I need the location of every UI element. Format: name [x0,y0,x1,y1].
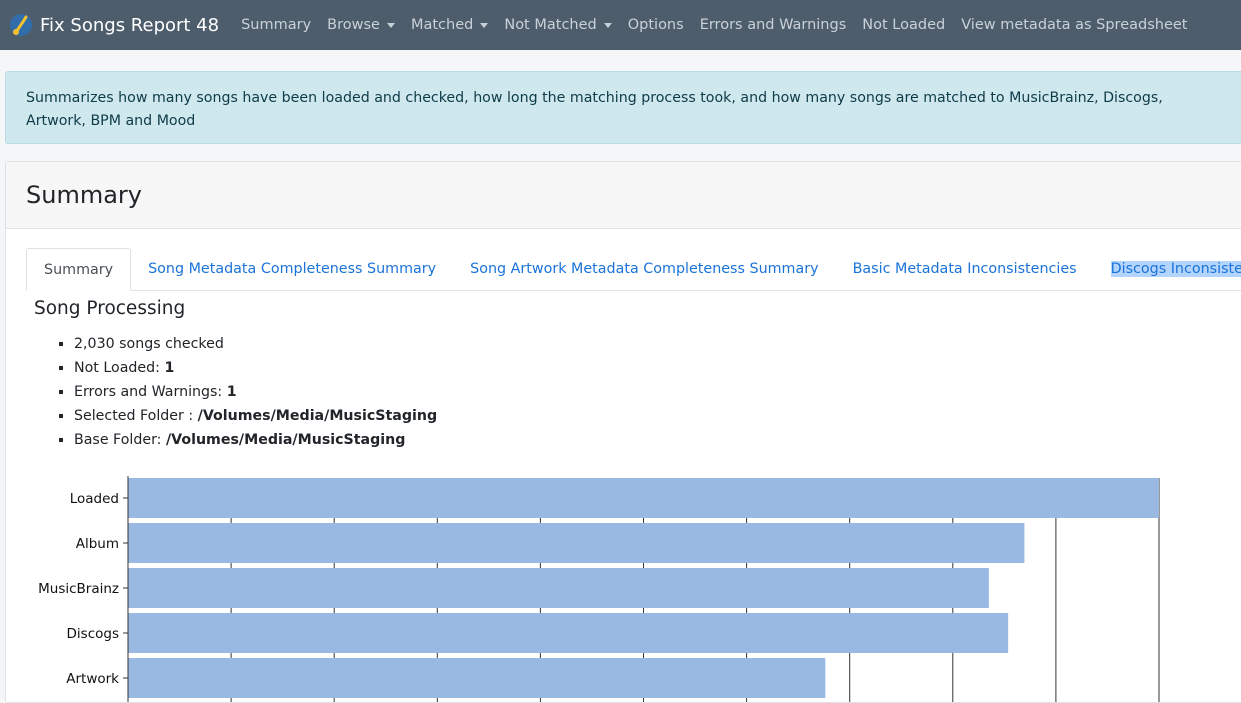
nav-item-not-matched[interactable]: Not Matched [496,17,619,33]
nav-item-errors-and-warnings[interactable]: Errors and Warnings [692,17,855,33]
y-tick-label: Loaded [70,491,119,507]
bar-artwork[interactable] [128,658,826,698]
chevron-down-icon [480,22,489,28]
top-navbar: Fix Songs Report 48 Summary Browse Matched… [0,0,1241,50]
info-text: Summarizes how many songs have been load… [26,90,1163,129]
y-tick-label: Artwork [66,671,119,687]
nav-item-label: Summary [241,17,312,33]
nav-item-label: Browse [327,17,380,33]
app-title: Fix Songs Report 48 [40,14,220,36]
nav-item-label: Errors and Warnings [699,17,847,33]
nav-item-view-metadata-as-spreadsheet[interactable]: View metadata as Spreadsheet [953,17,1195,33]
nav-item-label: View metadata as Spreadsheet [961,17,1188,33]
summary-bar-chart: Loaded Album MusicBrainz Discogs Artwork [38,476,1160,702]
music-note-icon [8,12,34,38]
nav-item-not-loaded[interactable]: Not Loaded [854,17,953,33]
nav-item-options[interactable]: Options [620,17,692,33]
y-tick-label: Discogs [67,626,119,642]
nav-item-label: Not Loaded [862,17,946,33]
nav-item-label: Options [627,17,684,33]
bar-album[interactable] [128,523,1025,563]
chevron-down-icon [386,22,395,28]
y-tick-label: Album [76,536,119,552]
bar-discogs[interactable] [128,613,1009,653]
info-alert: Summarizes how many songs have been load… [5,71,1241,144]
bar-loaded[interactable] [128,478,1159,518]
nav-item-browse[interactable]: Browse [319,17,403,33]
nav-item-label: Not Matched [504,17,597,33]
bar-musicbrainz[interactable] [128,568,989,608]
y-tick-label: MusicBrainz [38,581,119,597]
chevron-down-icon [603,22,612,28]
nav-item-label: Matched [410,17,474,33]
nav-item-matched[interactable]: Matched [403,17,496,33]
summary-card: Summary Summary Song Metadata Completenes… [5,161,1241,703]
nav-item-summary[interactable]: Summary [233,17,319,33]
brand[interactable]: Fix Songs Report 48 [8,12,219,38]
